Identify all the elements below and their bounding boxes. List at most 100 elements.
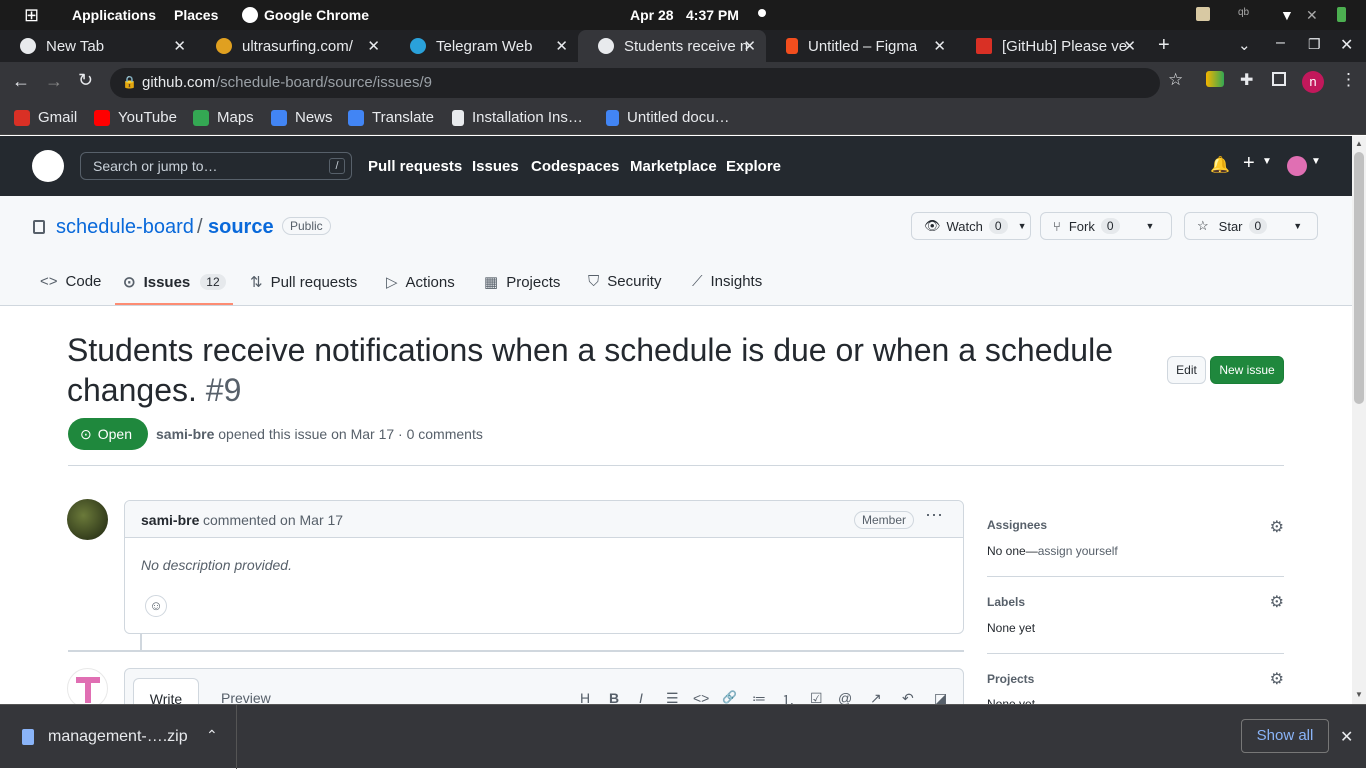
tab-security[interactable]: ⛉ Security	[588, 273, 661, 290]
bookmark-maps[interactable]: Maps	[193, 109, 254, 126]
edit-issue-button[interactable]: Edit	[1167, 356, 1206, 384]
timeline-line	[140, 634, 142, 650]
github-header: Search or jump to… / Pull requests Issue…	[0, 136, 1352, 196]
search-input[interactable]: Search or jump to… /	[80, 152, 352, 180]
clock-date[interactable]: Apr 28	[630, 7, 674, 23]
bookmark-untitled-doc[interactable]: Untitled docu…	[606, 109, 730, 126]
scroll-up-icon[interactable]: ▲	[1355, 139, 1363, 148]
nav-pull-requests[interactable]: Pull requests	[368, 158, 462, 175]
close-window-icon[interactable]: ✕	[1340, 35, 1353, 55]
tab-gmail-github[interactable]: [GitHub] Please ve ✕	[956, 30, 1146, 62]
tab-new-tab[interactable]: New Tab ✕	[0, 30, 196, 62]
github-logo-icon[interactable]	[32, 150, 64, 182]
close-tab-icon[interactable]: ✕	[743, 37, 756, 55]
back-arrow-icon[interactable]: ←	[12, 71, 30, 92]
show-all-button[interactable]: Show all	[1241, 719, 1329, 753]
watch-button[interactable]: 👁 Watch 0 ▼	[911, 212, 1031, 240]
smiley-icon[interactable]: ☺	[145, 595, 167, 617]
tab-insights[interactable]: ⟋ Insights	[692, 273, 762, 290]
scrollbar-thumb[interactable]	[1354, 152, 1364, 404]
download-file-name[interactable]: management-….zip	[48, 728, 188, 746]
close-tab-icon[interactable]: ✕	[367, 37, 380, 55]
profile-avatar[interactable]: n	[1302, 71, 1324, 93]
tab-github-issue[interactable]: Students receive no ✕	[578, 30, 766, 62]
bookmark-installation[interactable]: Installation Ins…	[452, 109, 583, 126]
address-bar[interactable]: 🔒 github.com /schedule-board/source/issu…	[110, 68, 1160, 98]
url-host: github.com	[142, 74, 216, 91]
close-tab-icon[interactable]: ✕	[933, 37, 946, 55]
activities-grid-icon[interactable]: ⊞	[24, 5, 39, 26]
extensions-puzzle-icon[interactable]: ✚	[1240, 70, 1253, 90]
bookmark-gmail[interactable]: Gmail	[14, 109, 77, 126]
reload-icon[interactable]: ↻	[78, 70, 93, 91]
nav-issues[interactable]: Issues	[472, 158, 519, 175]
volume-muted-icon[interactable]: ✕	[1306, 7, 1318, 24]
fork-button[interactable]: ⑂ Fork 0 ▼	[1040, 212, 1172, 240]
gear-icon[interactable]: ⚙	[1270, 517, 1284, 537]
projects-title[interactable]: Projects	[987, 672, 1034, 686]
page-scrollbar[interactable]: ▲ ▼	[1352, 136, 1366, 704]
places-menu[interactable]: Places	[174, 7, 218, 23]
applications-menu[interactable]: Applications	[72, 7, 156, 23]
assignees-title[interactable]: Assignees	[987, 518, 1047, 532]
labels-title[interactable]: Labels	[987, 595, 1025, 609]
bell-icon[interactable]: 🔔	[1210, 155, 1230, 175]
comment-body: No description provided.	[141, 557, 292, 573]
tab-telegram[interactable]: Telegram Web ✕	[390, 30, 578, 62]
bookmark-youtube[interactable]: YouTube	[94, 109, 177, 126]
minimize-icon[interactable]: –	[1276, 34, 1285, 52]
close-tab-icon[interactable]: ✕	[1123, 37, 1136, 55]
issue-author-link[interactable]: sami-bre	[156, 426, 214, 442]
close-tab-icon[interactable]: ✕	[555, 37, 568, 55]
bookmark-translate[interactable]: Translate	[348, 109, 434, 126]
gear-icon[interactable]: ⚙	[1270, 669, 1284, 689]
new-tab-plus-icon[interactable]: +	[1158, 34, 1170, 57]
tab-search-chevron-icon[interactable]: ⌄	[1238, 36, 1251, 54]
wifi-icon[interactable]: ▼	[1280, 7, 1294, 23]
assign-yourself-link[interactable]: assign yourself	[1038, 544, 1118, 558]
active-app-name[interactable]: Google Chrome	[264, 7, 369, 23]
maximize-icon[interactable]: ❐	[1308, 36, 1321, 53]
kebab-horizontal-icon[interactable]: ⋯	[925, 505, 943, 526]
tab-code[interactable]: <> Code	[40, 273, 101, 290]
forward-arrow-icon[interactable]: →	[45, 71, 63, 92]
star-button[interactable]: ☆ Star 0 ▼	[1184, 212, 1318, 240]
nav-marketplace[interactable]: Marketplace	[630, 158, 717, 175]
gear-icon[interactable]: ⚙	[1270, 592, 1284, 612]
nav-explore[interactable]: Explore	[726, 158, 781, 175]
tray-app-icon[interactable]	[1196, 7, 1210, 21]
tab-projects[interactable]: ▦ Projects	[484, 273, 560, 292]
tab-pull-requests[interactable]: ⇅ Pull requests	[250, 273, 357, 292]
bookmarks-bar: Gmail YouTube Maps News Translate Instal…	[0, 102, 1366, 135]
kebab-menu-icon[interactable]: ⋮	[1340, 70, 1357, 90]
create-new-plus-icon[interactable]: +	[1243, 152, 1255, 175]
repo-owner-link[interactable]: schedule-board	[56, 216, 194, 239]
tab-figma[interactable]: Untitled – Figma ✕	[766, 30, 956, 62]
user-avatar[interactable]	[1287, 156, 1307, 176]
repo-name-link[interactable]: source	[208, 216, 274, 239]
chevron-down-icon[interactable]: ▼	[1293, 221, 1302, 231]
nav-codespaces[interactable]: Codespaces	[531, 158, 619, 175]
tab-ultrasurfing[interactable]: ultrasurfing.com/ ✕	[196, 30, 390, 62]
tray-qb-icon[interactable]: qb	[1238, 7, 1249, 18]
current-user-avatar[interactable]	[67, 668, 108, 709]
comment-author[interactable]: sami-bre	[141, 512, 199, 528]
close-shelf-icon[interactable]: ✕	[1340, 727, 1353, 747]
tab-issues[interactable]: ⊙ Issues 12	[123, 273, 226, 291]
bookmark-news[interactable]: News	[271, 109, 333, 126]
close-tab-icon[interactable]: ✕	[173, 37, 186, 55]
comment-header: sami-bre commented on Mar 17 Member ⋯	[125, 501, 963, 538]
tab-actions[interactable]: ▷ Actions	[386, 273, 455, 292]
new-issue-button[interactable]: New issue	[1210, 356, 1284, 384]
commenter-avatar[interactable]	[67, 499, 108, 540]
battery-icon[interactable]	[1337, 7, 1346, 22]
chevron-up-icon[interactable]: ⌃	[206, 727, 218, 744]
bookmark-star-icon[interactable]: ☆	[1168, 70, 1183, 90]
clock-time[interactable]: 4:37 PM	[686, 7, 739, 23]
extension-icon[interactable]	[1206, 71, 1224, 87]
side-panel-icon[interactable]	[1272, 72, 1286, 86]
link-icon[interactable]: 🔗	[722, 690, 737, 704]
scroll-down-icon[interactable]: ▼	[1355, 690, 1363, 699]
notification-dot-icon	[758, 9, 766, 17]
chevron-down-icon[interactable]: ▼	[1146, 221, 1155, 231]
